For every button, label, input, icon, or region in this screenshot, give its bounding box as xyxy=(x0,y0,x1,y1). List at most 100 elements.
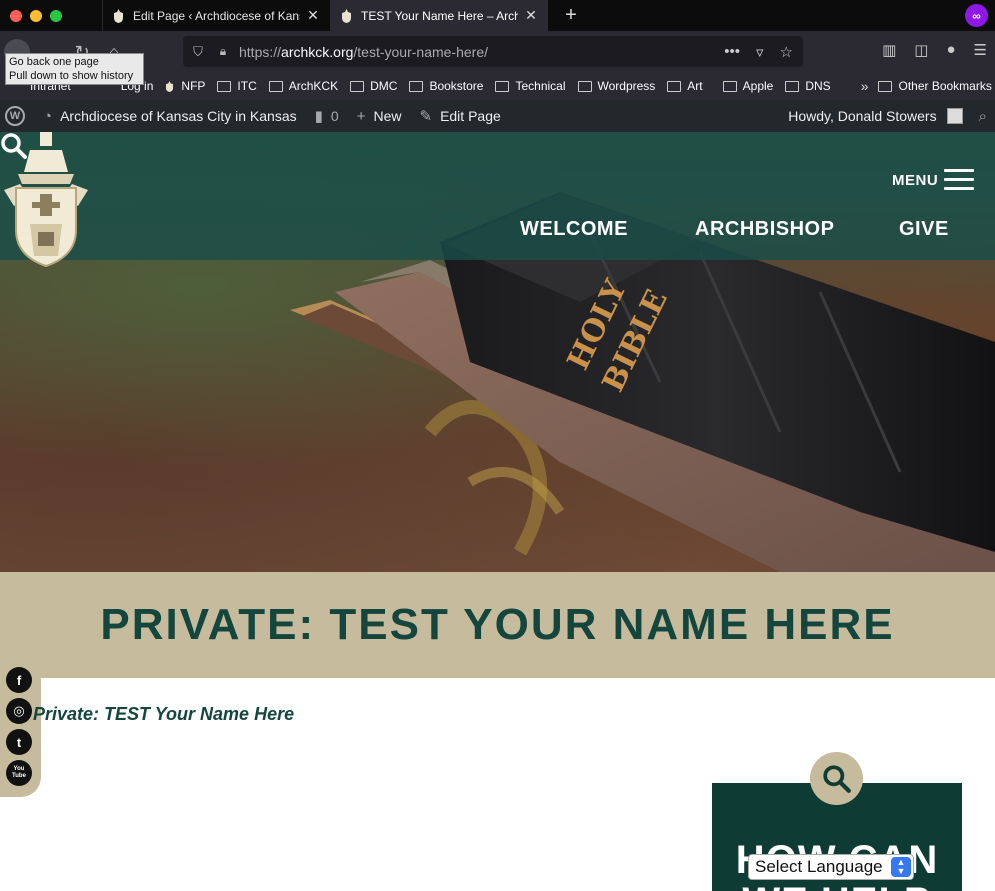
crest-favicon-icon xyxy=(342,8,351,23)
pencil-icon: ✎ xyxy=(419,108,433,125)
language-select[interactable]: Select Language ▲ ▼ xyxy=(748,854,914,880)
page-title-band: PRIVATE: TEST YOUR NAME HERE xyxy=(0,572,995,678)
search-icon[interactable] xyxy=(0,132,28,160)
site-header xyxy=(0,132,995,260)
comment-icon: ▮ xyxy=(314,108,323,125)
admin-search-icon[interactable]: ⌕ xyxy=(979,108,987,125)
folder-icon xyxy=(667,80,682,92)
bookmark-folder-apple[interactable]: Apple xyxy=(722,79,774,93)
youtube-icon[interactable]: You Tube xyxy=(6,760,32,786)
bookmark-label: DMC xyxy=(370,79,398,93)
app-menu-icon[interactable]: ☰ xyxy=(974,41,987,59)
bookmark-label: NFP xyxy=(181,79,206,93)
crest-favicon-icon xyxy=(114,8,123,23)
lock-icon[interactable]: 🔒︎ xyxy=(213,44,233,59)
edit-page-label: Edit Page xyxy=(440,108,501,124)
tooltip-line: Go back one page xyxy=(9,56,99,68)
admin-edit-page[interactable]: ✎ Edit Page xyxy=(419,107,500,125)
browser-tab-bar: Edit Page ‹ Archdiocese of Kansas City i… xyxy=(0,0,995,31)
bookmark-label: Technical xyxy=(515,79,566,93)
tab-close-icon[interactable]: ✕ xyxy=(306,7,320,24)
comments-count: 0 xyxy=(330,108,339,124)
browser-nav-bar: ← → ↻ ⌂ ⛉ 🔒︎ https://archkck.org/test-yo… xyxy=(0,31,995,72)
account-icon[interactable]: ● xyxy=(946,41,955,59)
bookmark-folder-dmc[interactable]: DMC xyxy=(350,79,397,93)
sidebar-toggle-icon[interactable]: ◫ xyxy=(914,41,928,59)
dashboard-icon: ◔ xyxy=(43,107,53,125)
bookmark-folder-art[interactable]: Art xyxy=(667,79,703,93)
tracking-shield-icon[interactable]: ⛉ xyxy=(183,44,213,60)
library-icon[interactable]: ▥ xyxy=(882,41,896,59)
bookmark-label: Bookstore xyxy=(429,79,484,93)
close-window-button[interactable] xyxy=(10,9,22,22)
nav-archbishop[interactable]: ARCHBISHOP xyxy=(695,218,834,241)
page-actions-icon[interactable]: ••• xyxy=(724,43,740,61)
bookmark-star-icon[interactable]: ☆ xyxy=(780,43,793,61)
bookmark-label: DNS xyxy=(805,79,831,93)
hamburger-menu-icon[interactable] xyxy=(944,169,974,191)
url-text[interactable]: https://archkck.org/test-your-name-here/ xyxy=(233,44,724,60)
pocket-icon[interactable]: ▿ xyxy=(756,43,764,61)
folder-icon xyxy=(878,80,893,92)
bookmark-folder-wordpress[interactable]: Wordpress xyxy=(577,79,656,93)
facebook-icon[interactable]: f xyxy=(6,667,32,693)
menu-label[interactable]: MENU xyxy=(892,172,938,189)
bookmark-label: Apple xyxy=(742,79,774,93)
bookmark-folder-archkck[interactable]: ArchKCK xyxy=(268,79,339,93)
nav-welcome[interactable]: WELCOME xyxy=(520,218,628,241)
tab-close-icon[interactable]: ✕ xyxy=(524,7,538,24)
nav-give[interactable]: GIVE xyxy=(899,218,949,241)
bookmark-label: Wordpress xyxy=(597,79,656,93)
admin-site-name[interactable]: ◔ Archdiocese of Kansas City in Kansas xyxy=(43,108,297,125)
avatar[interactable] xyxy=(946,108,963,124)
minimize-window-button[interactable] xyxy=(30,9,42,22)
bookmark-label: ArchKCK xyxy=(288,79,339,93)
url-path: /test-your-name-here/ xyxy=(353,43,488,60)
url-bar[interactable]: ⛉ 🔒︎ https://archkck.org/test-your-name-… xyxy=(183,36,803,67)
folder-icon xyxy=(268,80,283,92)
bookmark-folder-itc[interactable]: ITC xyxy=(217,79,257,93)
social-links: f ◎ t You Tube xyxy=(0,660,41,797)
language-select-value: Select Language xyxy=(755,857,883,876)
folder-icon xyxy=(785,80,800,92)
tab-test-your-name-here[interactable]: TEST Your Name Here – Archdiocese of Kan… xyxy=(330,0,548,31)
bookmark-folder-other[interactable]: Other Bookmarks xyxy=(878,79,992,93)
bookmark-folder-technical[interactable]: Technical xyxy=(495,79,566,93)
new-tab-button[interactable]: + xyxy=(556,4,586,27)
sidebar-search-button[interactable] xyxy=(810,752,863,805)
bookmark-label: ITC xyxy=(237,79,257,93)
bookmark-label: Other Bookmarks xyxy=(898,79,992,93)
tab-edit-page[interactable]: Edit Page ‹ Archdiocese of Kansas City i… xyxy=(102,0,330,31)
window-controls xyxy=(0,9,102,22)
admin-user-greeting[interactable]: Howdy, Donald Stowers xyxy=(788,108,936,124)
hero-banner: HOLY BIBLE MENU WELCOME ARCHBISHOP GIVE xyxy=(0,132,995,572)
plus-icon: + xyxy=(356,107,366,125)
breadcrumb: Private: TEST Your Name Here xyxy=(33,704,295,724)
bookmarks-bar: Intranet Log in NFP ITC ArchKCK DMC Book… xyxy=(0,72,995,100)
site-name-label: Archdiocese of Kansas City in Kansas xyxy=(60,108,297,124)
twitter-icon[interactable]: t xyxy=(6,729,32,755)
bookmark-folder-dns[interactable]: DNS xyxy=(785,79,831,93)
admin-comments[interactable]: ▮ 0 xyxy=(315,107,339,125)
private-mask-icon[interactable]: ∞ xyxy=(965,4,988,27)
bookmarks-overflow-icon[interactable]: » xyxy=(861,78,869,94)
tooltip-line: Pull down to show history xyxy=(9,70,134,82)
wp-admin-bar: W ◔ Archdiocese of Kansas City in Kansas … xyxy=(0,100,995,132)
new-label: New xyxy=(373,108,402,124)
select-arrows-icon: ▲ ▼ xyxy=(891,857,911,877)
admin-new-button[interactable]: + New xyxy=(357,108,402,125)
folder-icon xyxy=(409,80,424,92)
folder-icon xyxy=(722,80,737,92)
back-button-tooltip: Go back one page Pull down to show histo… xyxy=(5,53,144,85)
page-title: PRIVATE: TEST YOUR NAME HERE xyxy=(100,600,895,649)
instagram-icon[interactable]: ◎ xyxy=(6,698,32,724)
zoom-window-button[interactable] xyxy=(50,9,62,22)
wordpress-logo-icon[interactable]: W xyxy=(5,106,25,126)
folder-icon xyxy=(495,80,510,92)
url-scheme: https:// xyxy=(239,43,282,60)
bookmark-label: Art xyxy=(687,79,703,93)
bookmark-nfp[interactable]: NFP xyxy=(165,79,205,93)
url-domain: archkck.org xyxy=(281,43,354,60)
crest-favicon-icon xyxy=(166,80,174,92)
bookmark-folder-bookstore[interactable]: Bookstore xyxy=(409,79,483,93)
